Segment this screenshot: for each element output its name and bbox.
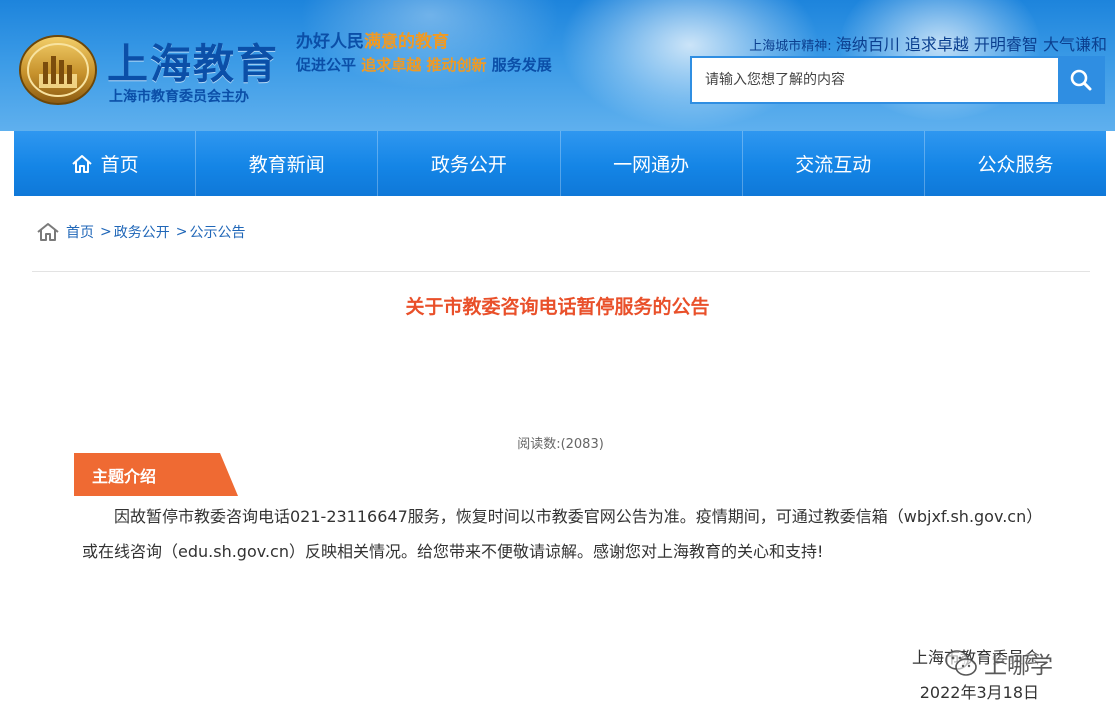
city-spirit-text: 海纳百川 追求卓越 开明睿智 大气谦和 — [835, 35, 1107, 54]
site-header: 上海教育 上海市教育委员会主办 办好人民满意的教育 促进公平 追求卓越 推动创新… — [0, 0, 1115, 131]
nav-item-education-news[interactable]: 教育新闻 — [196, 131, 379, 196]
nav-item-interaction[interactable]: 交流互动 — [743, 131, 925, 196]
article-paragraph: 因故暂停市教委咨询电话021-23116647服务，恢复时间以市教委官网公告为准… — [82, 507, 1035, 561]
breadcrumb-home[interactable]: 首页 — [66, 222, 94, 242]
city-spirit-label: 上海城市精神: — [749, 39, 832, 54]
nav-item-label: 教育新闻 — [248, 154, 325, 176]
city-spirit: 上海城市精神: 海纳百川 追求卓越 开明睿智 大气谦和 — [749, 31, 1107, 55]
nav-item-home[interactable]: 首页 — [14, 131, 197, 196]
nav-item-label: 一网通办 — [613, 154, 690, 176]
home-icon — [71, 154, 92, 173]
wechat-icon — [945, 650, 977, 676]
nav-item-one-stop-service[interactable]: 一网通办 — [561, 131, 743, 196]
article-title: 关于市教委咨询电话暂停服务的公告 — [405, 296, 710, 318]
divider — [32, 271, 1090, 272]
slogan-part: 满意的教育 — [364, 32, 449, 52]
nav-item-label: 首页 — [100, 154, 139, 176]
read-count: 阅读数:(2083) — [0, 433, 1115, 452]
slogan-part: 推动创新 — [426, 56, 487, 74]
logo-emblem-icon[interactable] — [17, 30, 99, 106]
breadcrumb: 首页 > 政务公开 > 公示公告 — [36, 222, 245, 242]
topic-tag-label: 主题介绍 — [92, 467, 157, 486]
breadcrumb-announcements[interactable]: 公示公告 — [189, 222, 245, 242]
breadcrumb-separator: > — [175, 224, 188, 240]
slogan-part: 办好人民 — [296, 32, 364, 52]
slogan-part: 促进公平 — [296, 56, 357, 74]
site-logo-subtitle: 上海市教育委员会主办 — [109, 89, 249, 105]
watermark-text: 上哪学 — [984, 653, 1053, 679]
nav-item-label: 政务公开 — [430, 154, 507, 176]
breadcrumb-separator: > — [100, 224, 112, 240]
article-body: 因故暂停市教委咨询电话021-23116647服务，恢复时间以市教委官网公告为准… — [82, 499, 1042, 569]
home-icon[interactable] — [36, 222, 60, 242]
slogan-part: 追求卓越 — [361, 56, 422, 74]
nav-item-label: 交流互动 — [795, 154, 872, 176]
nav-item-public-service[interactable]: 公众服务 — [925, 131, 1106, 196]
breadcrumb-government-affairs[interactable]: 政务公开 — [114, 222, 170, 242]
slogan-part: 服务发展 — [491, 56, 552, 74]
search-icon — [1070, 69, 1091, 91]
search-button[interactable] — [1058, 58, 1103, 102]
wechat-watermark: 上哪学 — [944, 646, 1053, 680]
article-date: 2022年3月18日 — [919, 683, 1039, 702]
nav-item-government-affairs[interactable]: 政务公开 — [378, 131, 561, 196]
main-nav: 首页 教育新闻 政务公开 一网通办 交流互动 公众服务 — [14, 131, 1106, 196]
search-input[interactable] — [692, 58, 1058, 102]
slogan-line-1: 办好人民满意的教育 — [296, 27, 449, 52]
read-count-text: 阅读数:(2083) — [517, 437, 604, 452]
nav-item-label: 公众服务 — [977, 154, 1054, 176]
site-logo-title[interactable]: 上海教育 — [107, 30, 279, 90]
search-box — [690, 56, 1105, 104]
slogan-line-2: 促进公平 追求卓越 推动创新 服务发展 — [296, 54, 552, 75]
